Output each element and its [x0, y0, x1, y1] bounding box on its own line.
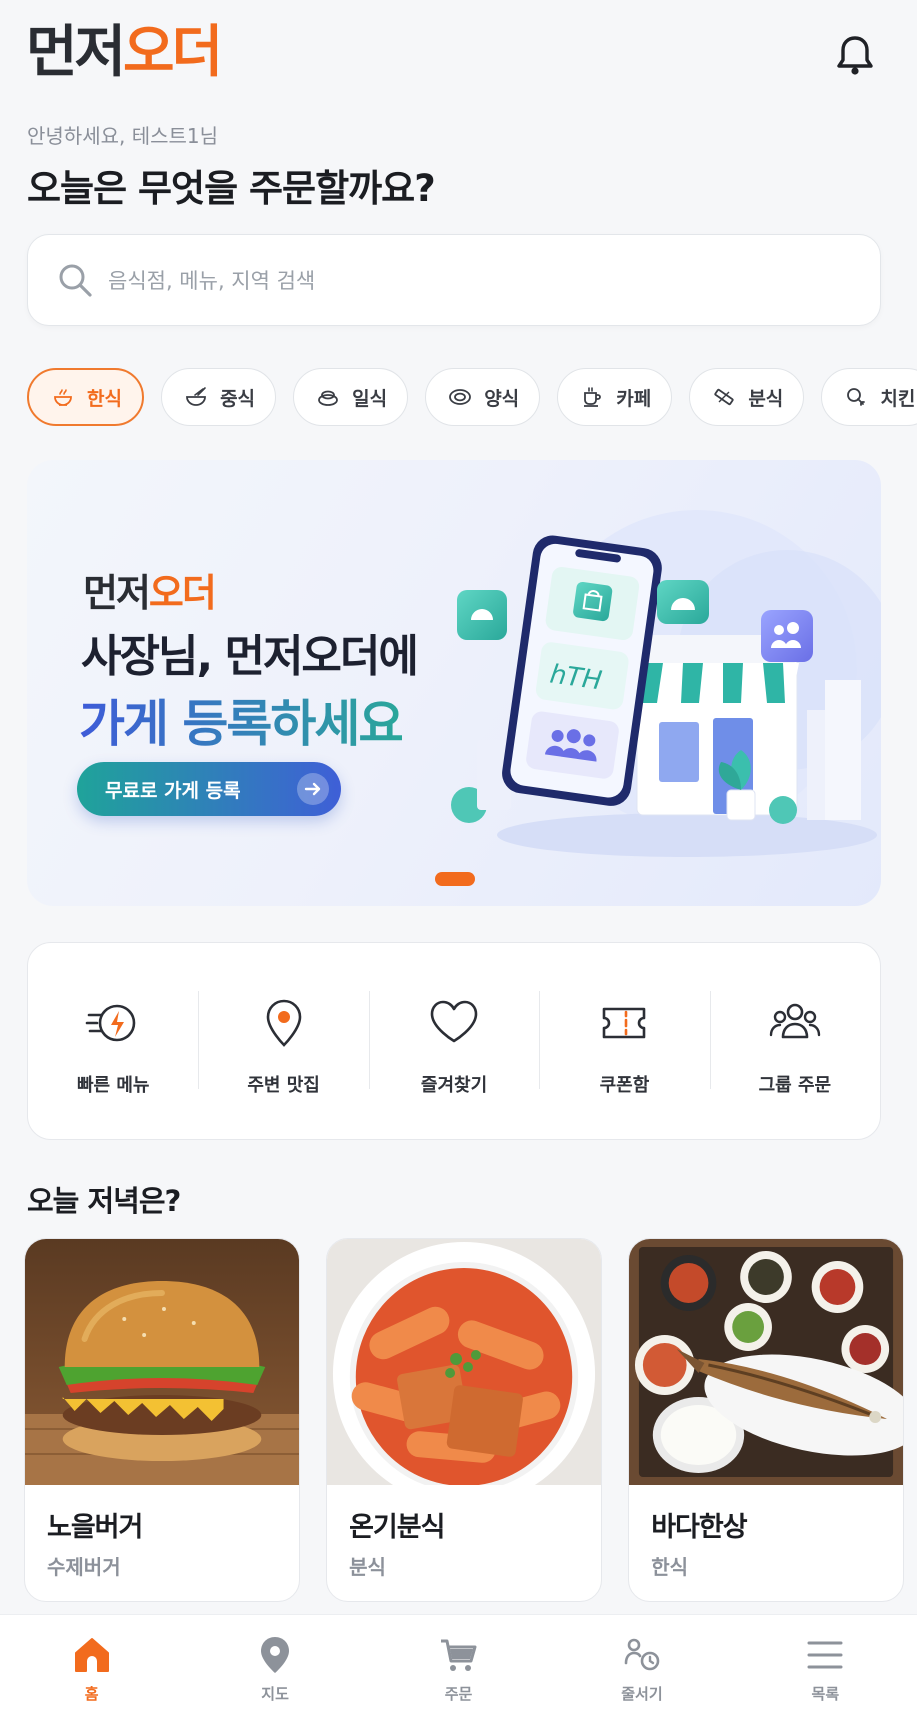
burger-photo [25, 1239, 299, 1485]
tab-label: 줄서기 [621, 1685, 663, 1703]
category-chips: 한식 중식 일식 양식 카페 분식 치킨 [27, 368, 917, 428]
tab-label: 지도 [261, 1685, 289, 1703]
chip-cafe[interactable]: 카페 [557, 368, 673, 426]
page-headline: 오늘은 무엇을 주문할까요? [27, 167, 436, 210]
queue-icon [624, 1638, 660, 1671]
map-pin-icon [261, 1637, 290, 1673]
phone-and-storefront-illustration: hTH [451, 510, 881, 857]
arrow-right-icon [297, 773, 329, 805]
chip-chinese[interactable]: 중식 [161, 368, 277, 426]
quick-label: 빠른 메뉴 [76, 1075, 150, 1096]
tab-map[interactable]: 지도 [183, 1615, 366, 1716]
chip-label: 양식 [484, 387, 520, 410]
kimbap-icon [714, 388, 734, 406]
restaurant-card[interactable]: 노을버거 수제버거 [24, 1238, 300, 1602]
restaurant-name: 노을버거 [47, 1512, 143, 1543]
chip-japanese[interactable]: 일식 [293, 368, 409, 426]
sushi-icon [318, 390, 339, 406]
section-title: 오늘 저녁은? [27, 1184, 181, 1218]
search-icon [59, 264, 92, 297]
restaurant-name: 바다한상 [651, 1512, 747, 1543]
quick-label: 그룹 주문 [758, 1075, 832, 1096]
chip-chicken[interactable]: 치킨 [821, 368, 917, 426]
coffee-cup-icon [584, 387, 602, 407]
plate-icon [449, 389, 472, 405]
quick-menu: 빠른 메뉴 주변 맛집 즐겨찾기 쿠폰함 그룹 주문 [27, 942, 881, 1140]
tteokbokki-photo [327, 1239, 602, 1506]
coupon-icon [603, 1007, 646, 1039]
quick-fast-menu[interactable]: 빠른 메뉴 [28, 943, 198, 1139]
register-store-button[interactable]: 무료로 가게 등록 [77, 762, 341, 816]
cart-icon [440, 1639, 477, 1671]
banner-title-line2: 가게 등록하세요 [79, 684, 404, 756]
home-icon [74, 1638, 109, 1672]
tab-list[interactable]: 목록 [734, 1615, 917, 1716]
quick-group-order[interactable]: 그룹 주문 [709, 943, 880, 1139]
logo-text-part2: 오더 [123, 20, 223, 85]
chip-label: 치킨 [880, 387, 916, 410]
banner-title-line1: 사장님, 먼저오더에 [81, 631, 419, 682]
quick-coupons[interactable]: 쿠폰함 [539, 943, 709, 1139]
chicken-leg-icon [847, 388, 866, 406]
bell-icon[interactable] [833, 32, 877, 80]
map-pin-icon [266, 999, 301, 1047]
quick-label: 주변 맛집 [247, 1075, 320, 1096]
quick-nearby[interactable]: 주변 맛집 [198, 943, 368, 1139]
search-input[interactable] [108, 259, 808, 303]
tab-order[interactable]: 주문 [367, 1615, 550, 1716]
carousel-indicator[interactable] [435, 872, 475, 886]
menu-icon [807, 1641, 843, 1669]
chip-snack[interactable]: 분식 [689, 368, 805, 426]
quick-label: 쿠폰함 [599, 1075, 650, 1096]
restaurant-card[interactable]: 바다한상 한식 [628, 1238, 905, 1602]
tab-label: 홈 [84, 1685, 99, 1703]
logo-text-part1: 먼저 [26, 20, 126, 85]
greeting-text: 안녕하세요, 테스트1님 [27, 124, 219, 148]
chip-label: 한식 [87, 387, 122, 410]
tab-home[interactable]: 홈 [0, 1615, 183, 1716]
search-bar[interactable] [27, 234, 881, 326]
banner-brand-part1: 먼저 [83, 571, 151, 615]
chip-label: 카페 [616, 387, 652, 410]
restaurant-category: 수제버거 [47, 1555, 121, 1579]
restaurant-card[interactable]: 온기분식 분식 [326, 1238, 603, 1602]
restaurant-name: 온기분식 [349, 1512, 445, 1543]
restaurant-carousel: 노을버거 수제버거 온기분식 분식 바다한상 한식 [24, 1238, 917, 1604]
app-logo[interactable]: 먼저오더 [26, 18, 891, 88]
chip-korean[interactable]: 한식 [27, 368, 144, 426]
lightning-icon [85, 1004, 136, 1042]
register-store-label: 무료로 가게 등록 [105, 779, 241, 802]
noodle-bowl-icon [186, 387, 206, 406]
promo-banner[interactable]: 먼저오더 사장님, 먼저오더에 가게 등록하세요 무료로 가게 등록 hTH [27, 460, 881, 906]
banner-brand-part2: 오더 [148, 571, 217, 615]
quick-favorites[interactable]: 즐겨찾기 [368, 943, 539, 1139]
banner-brand: 먼저오더 [83, 562, 217, 617]
app-header: 먼저오더 [26, 18, 891, 88]
tab-queue[interactable]: 줄서기 [550, 1615, 733, 1716]
restaurant-category: 한식 [651, 1555, 688, 1579]
rice-bowl-icon [54, 389, 72, 406]
chip-label: 중식 [220, 387, 256, 410]
tab-label: 목록 [811, 1685, 840, 1703]
restaurant-category: 분식 [349, 1555, 386, 1579]
quick-label: 즐겨찾기 [420, 1075, 488, 1096]
tab-label: 주문 [444, 1685, 473, 1703]
chip-western[interactable]: 양식 [425, 368, 541, 426]
group-icon [769, 1003, 821, 1039]
chip-label: 분식 [748, 387, 784, 410]
bottom-tab-bar: 홈 지도 주문 줄서기 목록 [0, 1614, 917, 1716]
grilled-fish-set-photo [629, 1239, 904, 1485]
heart-icon [430, 1000, 478, 1043]
chip-label: 일식 [352, 387, 388, 410]
